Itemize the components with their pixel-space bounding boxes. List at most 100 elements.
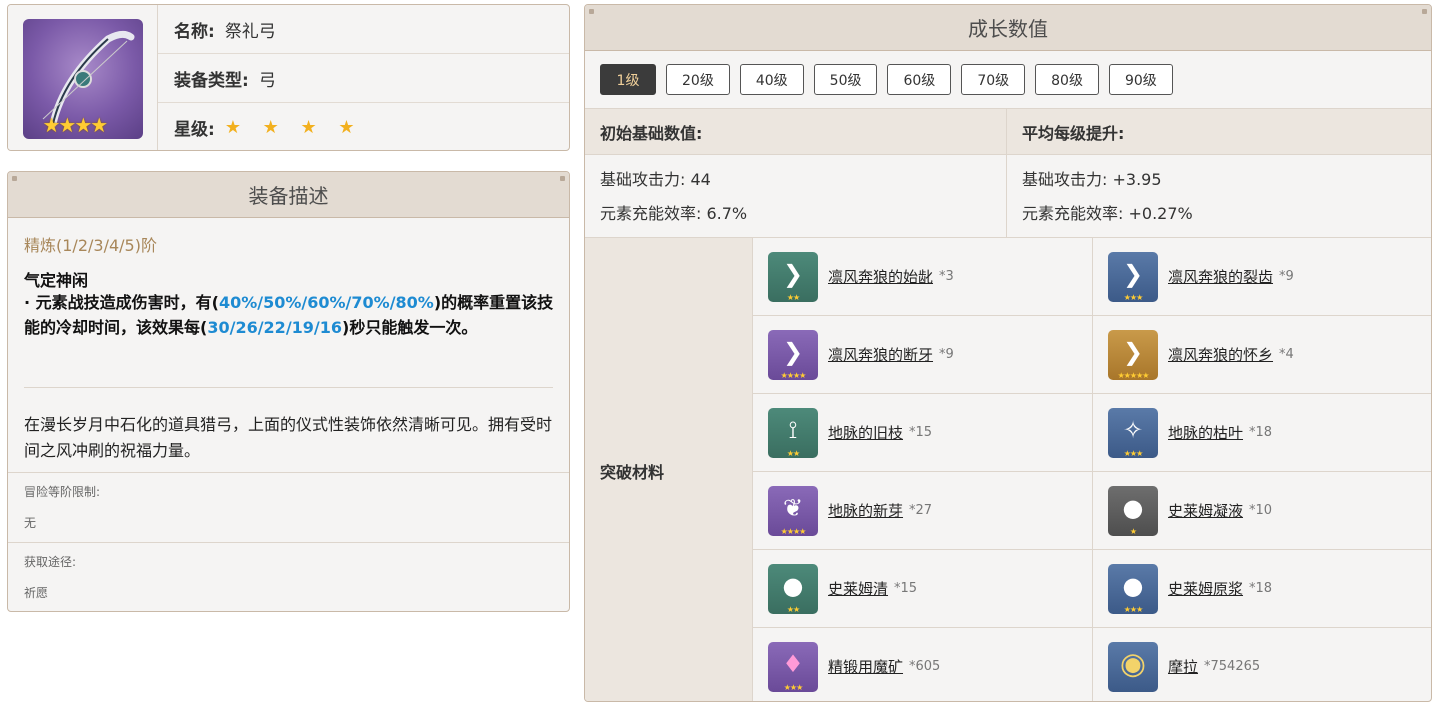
passive-part-1: · 元素战技造成伤害时，有( [24, 293, 219, 312]
material-glyph: ✧ [1122, 415, 1144, 444]
passive-highlight-cooldown: 30/26/22/19/16 [207, 318, 343, 337]
stats-table: 初始基础数值: 基础攻击力: 44 元素充能效率: 6.7% 平均每级提升: 基… [585, 109, 1431, 237]
material-name-link[interactable]: 地脉的枯叶 [1168, 422, 1243, 443]
tooth-icon: ❯ ★★★★★ [1108, 329, 1158, 380]
material-count: *9 [1279, 269, 1294, 284]
level-tab-20级[interactable]: 20级 [666, 64, 730, 95]
material-glyph: ♦ [782, 649, 804, 678]
base-stats-header: 初始基础数值: [585, 109, 1006, 155]
material-item: ✧ ★★★ 地脉的枯叶 *18 [1092, 394, 1431, 472]
rarity-stars: ★ ★ ★ ★ [224, 117, 363, 138]
material-item: ❯ ★★★ 凛风奔狼的裂齿 *9 [1092, 238, 1431, 316]
material-glyph: ⟟ [788, 415, 798, 444]
material-item: ● ★ 史莱姆凝液 *10 [1092, 472, 1431, 550]
material-name-link[interactable]: 凛风奔狼的裂齿 [1168, 266, 1273, 287]
material-count: *18 [1249, 425, 1273, 440]
material-glyph: ❦ [782, 493, 804, 522]
material-stars: ★★★ [1123, 448, 1144, 458]
passive-text: · 元素战技造成伤害时，有(40%/50%/60%/70%/80%)的概率重置该… [24, 290, 554, 340]
material-count: *4 [1279, 347, 1294, 362]
material-name-link[interactable]: 凛风奔狼的始龀 [828, 266, 933, 287]
material-count: *10 [1249, 503, 1273, 518]
level-tab-40级[interactable]: 40级 [739, 64, 804, 95]
material-item: ❯ ★★★★ 凛风奔狼的断牙 *9 [753, 316, 1092, 394]
material-stars: ★ [1129, 526, 1137, 536]
material-item: ⟟ ★★ 地脉的旧枝 *15 [753, 394, 1092, 472]
level-limit-label: 冒险等阶限制: [24, 485, 101, 499]
material-name-link[interactable]: 摩拉 [1168, 656, 1198, 677]
material-name-link[interactable]: 地脉的旧枝 [828, 422, 903, 443]
material-glyph: ❯ [1122, 337, 1144, 366]
material-item: ● ★★ 史莱姆清 *15 [753, 550, 1092, 628]
material-name-link[interactable]: 凛风奔狼的怀乡 [1168, 344, 1273, 365]
material-count: *605 [909, 659, 941, 674]
level-tab-70级[interactable]: 70级 [961, 64, 1026, 95]
base-stats-column: 初始基础数值: 基础攻击力: 44 元素充能效率: 6.7% [585, 109, 1007, 237]
ore-icon: ♦ ★★★ [768, 641, 818, 692]
tooth-icon: ❯ ★★★★ [768, 329, 818, 380]
level-tab-80级[interactable]: 80级 [1035, 64, 1099, 95]
leaf-icon: ✧ ★★★ [1108, 407, 1158, 458]
rarity-label: 星级: [174, 120, 215, 140]
material-name-link[interactable]: 史莱姆凝液 [1168, 500, 1243, 521]
material-stars: ★★★★ [780, 526, 807, 536]
passive-highlight-chance: 40%/50%/60%/70%/80% [218, 293, 434, 312]
material-count: *9 [939, 347, 954, 362]
material-stars: ★★★★ [780, 370, 807, 380]
passive-name: 气定神闲 [24, 271, 89, 290]
refine-label: 精炼(1/2/3/4/5)阶 [24, 236, 157, 255]
material-glyph: ● [1122, 493, 1144, 522]
material-stars: ★★★ [1123, 604, 1144, 614]
passive-part-3: )秒只能触发一次。 [342, 318, 478, 337]
source-section: 获取途径: 祈愿 [8, 542, 569, 611]
avg-atk-value: 基础攻击力: +3.95 [1022, 170, 1162, 189]
growth-panel: 成长数值 1级 20级 40级 50级 60级 70级 80级 90级 初始基础数值: 基础攻… [584, 4, 1432, 702]
level-tab-1级[interactable]: 1级 [600, 64, 656, 95]
material-name-link[interactable]: 精锻用魔矿 [828, 656, 903, 677]
material-stars: ★★★ [783, 682, 804, 692]
description-panel: 装备描述 精炼(1/2/3/4/5)阶 气定神闲 · 元素战技造成伤害时，有(4… [7, 171, 570, 612]
lore-text: 在漫长岁月中石化的道具猎弓，上面的仪式性装饰依然清晰可见。拥有受时间之风冲刷的祝… [24, 415, 553, 460]
material-item: ❯ ★★★★★ 凛风奔狼的怀乡 *4 [1092, 316, 1431, 394]
weapon-info-panel: ★★★★ 名称: 祭礼弓 装备类型: 弓 星级: ★ ★ ★ ★ [7, 4, 570, 151]
material-count: *15 [909, 425, 933, 440]
growth-title: 成长数值 [585, 5, 1431, 51]
material-count: *3 [939, 269, 954, 284]
material-stars: ★★ [786, 292, 800, 302]
description-title: 装备描述 [8, 172, 569, 218]
weapon-type: 弓 [258, 70, 276, 91]
weapon-type-row: 装备类型: 弓 [158, 54, 569, 103]
material-item: ◉ 摩拉 *754265 [1092, 628, 1431, 701]
level-tab-90级[interactable]: 90级 [1108, 64, 1173, 95]
avg-stats-column: 平均每级提升: 基础攻击力: +3.95 元素充能效率: +0.27% [1007, 109, 1431, 237]
base-atk-value: 基础攻击力: 44 [600, 170, 711, 189]
weapon-name-row: 名称: 祭礼弓 [158, 5, 569, 54]
level-tab-60级[interactable]: 60级 [887, 64, 952, 95]
level-tabs: 1级 20级 40级 50级 60级 70级 80级 90级 [585, 51, 1431, 109]
material-glyph: ❯ [1122, 259, 1144, 288]
weapon-rarity-row: 星级: ★ ★ ★ ★ [158, 103, 569, 150]
bow-icon: ★★★★ [22, 18, 143, 139]
level-limit-value: 无 [24, 516, 37, 530]
material-count: *754265 [1204, 659, 1261, 674]
materials-label: 突破材料 [585, 238, 753, 701]
materials-table: 突破材料 ❯ ★★ 凛风奔狼的始龀 *3 ❯ ★★★ 凛风奔狼的裂齿 *9 ❯ ★★★★ 凛风奔狼的… [585, 237, 1431, 701]
material-name-link[interactable]: 地脉的新芽 [828, 500, 903, 521]
material-name-link[interactable]: 史莱姆清 [828, 578, 888, 599]
base-er-value: 元素充能效率: 6.7% [600, 204, 748, 223]
source-value: 祈愿 [24, 586, 49, 600]
material-item: ❯ ★★ 凛风奔狼的始龀 *3 [753, 238, 1092, 316]
material-stars: ★★★ [1123, 292, 1144, 302]
material-stars: ★★★★★ [1117, 370, 1150, 380]
divider [24, 387, 553, 388]
material-count: *27 [909, 503, 933, 518]
level-tab-50级[interactable]: 50级 [813, 64, 878, 95]
avg-stats-header: 平均每级提升: [1007, 109, 1431, 155]
material-name-link[interactable]: 凛风奔狼的断牙 [828, 344, 933, 365]
material-item: ♦ ★★★ 精锻用魔矿 *605 [753, 628, 1092, 701]
slime-icon: ● ★ [1108, 485, 1158, 536]
material-glyph: ◉ [1119, 646, 1147, 681]
material-item: ❦ ★★★★ 地脉的新芽 *27 [753, 472, 1092, 550]
material-name-link[interactable]: 史莱姆原浆 [1168, 578, 1243, 599]
source-label: 获取途径: [24, 555, 77, 569]
